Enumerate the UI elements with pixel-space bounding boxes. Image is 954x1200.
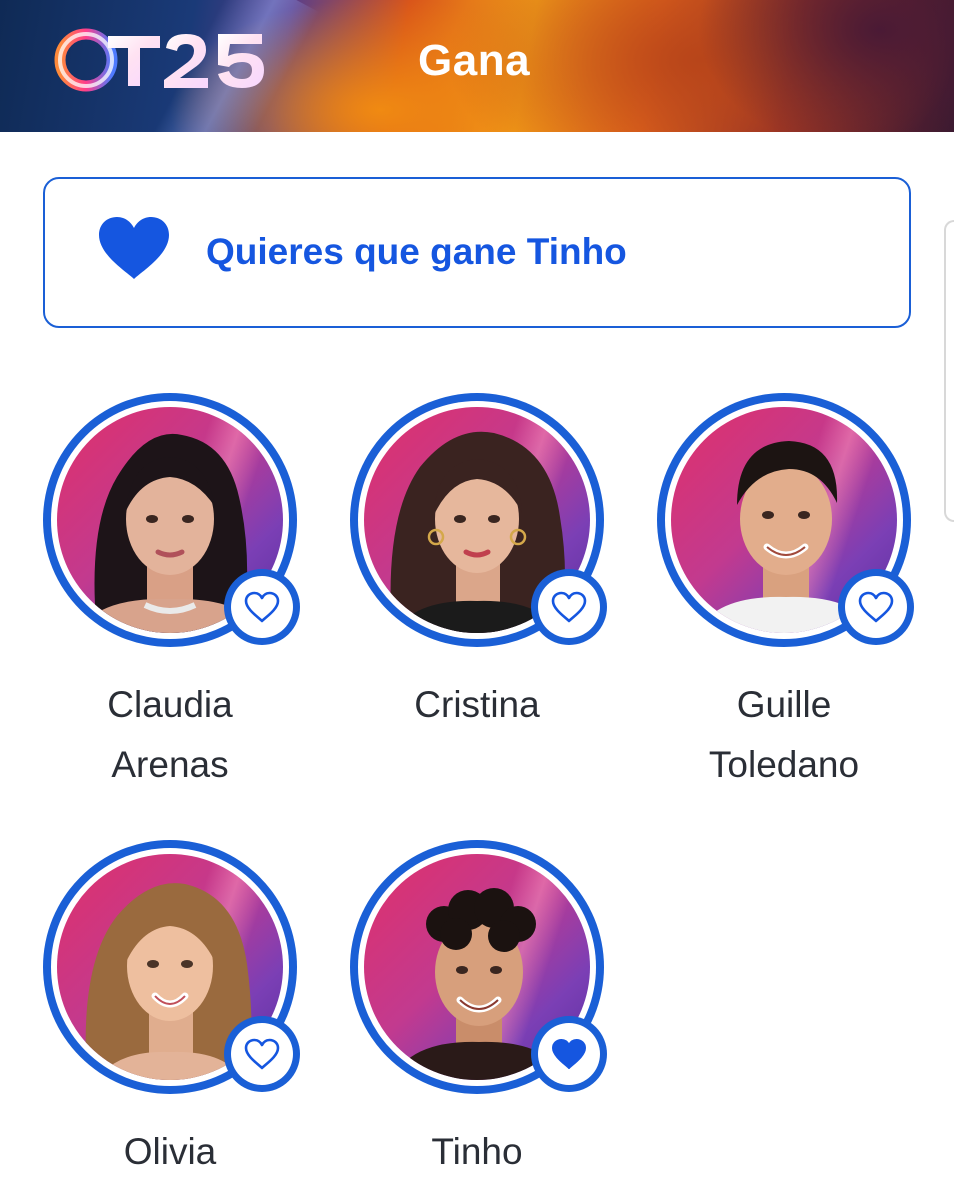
vote-status-text: Quieres que gane Tinho <box>206 231 627 272</box>
contestant-name: Cristina <box>414 684 540 725</box>
contestant-card-claudia[interactable]: Claudia Arenas <box>43 393 303 793</box>
side-scroll-handle[interactable] <box>944 220 954 522</box>
heart-outline-icon <box>244 1038 280 1070</box>
contestant-card-guille[interactable]: Guille Toledano <box>657 393 917 793</box>
heart-filled-icon <box>552 1039 586 1069</box>
page-title: Gana <box>418 36 531 85</box>
contestant-card-tinho[interactable]: Tinho <box>350 840 610 1200</box>
contestant-card-olivia[interactable]: Olivia <box>43 840 303 1200</box>
favorite-button[interactable] <box>531 569 607 645</box>
contestant-name: Olivia <box>123 1131 217 1172</box>
contestant-name: Guille Toledano <box>708 684 860 785</box>
favorite-button[interactable] <box>838 569 914 645</box>
ot25-logo[interactable] <box>52 18 272 98</box>
contestant-card-cristina[interactable]: Cristina <box>350 393 610 793</box>
favorite-button-selected[interactable] <box>531 1016 607 1092</box>
contestant-name: Tinho <box>431 1131 523 1172</box>
heart-filled-icon <box>99 217 169 279</box>
favorite-button[interactable] <box>224 569 300 645</box>
app-header: Gana <box>0 0 954 132</box>
heart-outline-icon <box>551 591 587 623</box>
favorite-button[interactable] <box>224 1016 300 1092</box>
contestant-name: Claudia Arenas <box>107 684 233 785</box>
heart-outline-icon <box>858 591 894 623</box>
vote-banner: Quieres que gane Tinho <box>43 177 911 328</box>
heart-outline-icon <box>244 591 280 623</box>
